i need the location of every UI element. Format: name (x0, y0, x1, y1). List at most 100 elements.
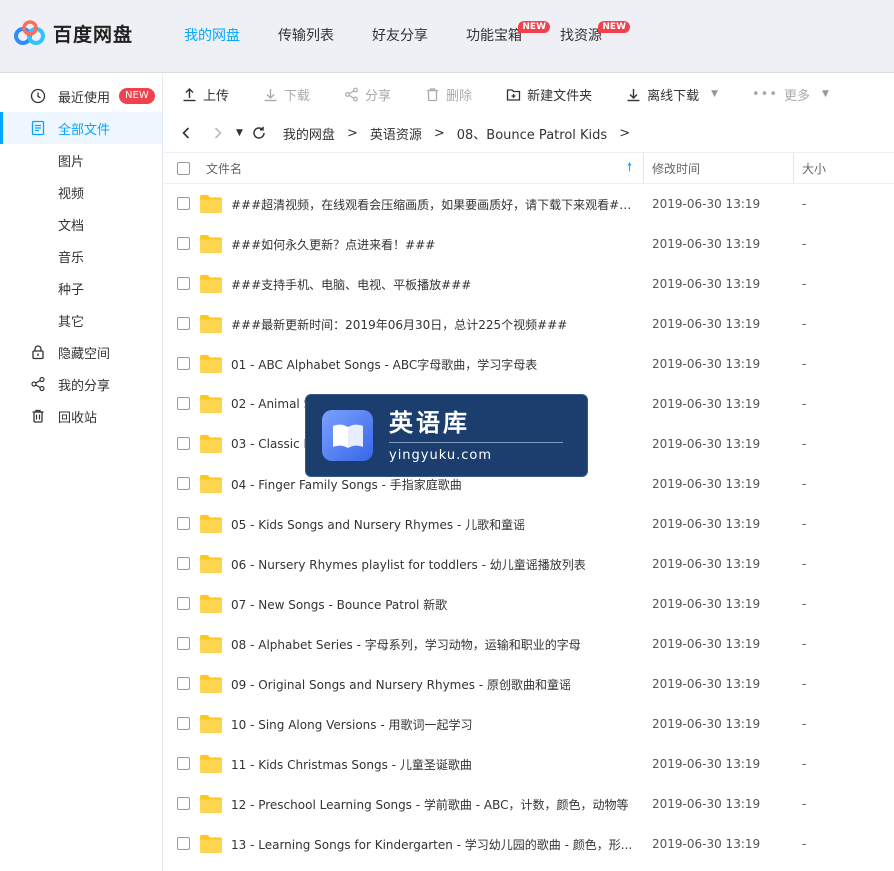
upload-button[interactable]: 上传 (182, 85, 229, 104)
table-row[interactable]: 12 - Preschool Learning Songs - 学前歌曲 - A… (164, 784, 894, 824)
offline-download-button[interactable]: 离线下载 ▼ (626, 85, 718, 104)
row-checkbox[interactable] (177, 437, 190, 450)
app-logo[interactable]: 百度网盘 (14, 19, 133, 47)
table-row[interactable]: 09 - Original Songs and Nursery Rhymes -… (164, 664, 894, 704)
history-dropdown-icon[interactable]: ▼ (236, 128, 243, 138)
sidebar-item-recycle-bin[interactable]: 回收站 (0, 400, 162, 432)
file-name[interactable]: ###支持手机、电脑、电视、平板播放### (231, 276, 635, 293)
more-button[interactable]: ••• 更多 ▼ (752, 85, 829, 104)
tab-toolbox[interactable]: 功能宝箱 NEW (466, 0, 550, 73)
sidebar-item-videos[interactable]: 视频 (0, 176, 162, 208)
toolbar: 上传 下载 分享 删除 新建文件夹 离线下载 ▼ ••• 更多 ▼ (164, 74, 894, 114)
delete-button[interactable]: 删除 (425, 85, 472, 104)
sidebar-item-hidden-space[interactable]: 隐藏空间 (0, 336, 162, 368)
sidebar-item-all-files[interactable]: 全部文件 (0, 112, 162, 144)
caret-down-icon: ▼ (822, 89, 829, 99)
lock-icon (30, 344, 46, 360)
tab-transfer-list[interactable]: 传输列表 (278, 0, 334, 73)
download-label: 下载 (284, 88, 311, 104)
tab-my-netdisk[interactable]: 我的网盘 (184, 0, 240, 73)
table-row[interactable]: ###支持手机、电脑、电视、平板播放### 2019-06-30 13:19 - (164, 264, 894, 304)
sidebar-item-music[interactable]: 音乐 (0, 240, 162, 272)
file-name[interactable]: 12 - Preschool Learning Songs - 学前歌曲 - A… (231, 796, 635, 813)
file-name[interactable]: 08 - Alphabet Series - 字母系列，学习动物，运输和职业的字… (231, 636, 635, 653)
sidebar-item-label: 其它 (58, 314, 85, 330)
folder-icon (200, 595, 222, 613)
row-checkbox[interactable] (177, 557, 190, 570)
row-checkbox[interactable] (177, 197, 190, 210)
file-name[interactable]: 06 - Nursery Rhymes playlist for toddler… (231, 556, 635, 573)
sidebar-item-recent[interactable]: 最近使用 NEW (0, 80, 162, 112)
table-row[interactable]: 13 - Learning Songs for Kindergarten - 学… (164, 824, 894, 864)
row-checkbox[interactable] (177, 317, 190, 330)
file-size: - (802, 757, 807, 771)
table-row[interactable]: 11 - Kids Christmas Songs - 儿童圣诞歌曲 2019-0… (164, 744, 894, 784)
file-name[interactable]: 10 - Sing Along Versions - 用歌词一起学习 (231, 716, 635, 733)
row-checkbox[interactable] (177, 357, 190, 370)
row-checkbox[interactable] (177, 677, 190, 690)
table-row[interactable]: ###超清视频，在线观看会压缩画质，如果要画质好，请下载下来观看### 2019-… (164, 184, 894, 224)
row-checkbox[interactable] (177, 477, 190, 490)
file-name[interactable]: 07 - New Songs - Bounce Patrol 新歌 (231, 596, 635, 613)
table-row[interactable]: 06 - Nursery Rhymes playlist for toddler… (164, 544, 894, 584)
breadcrumb-item[interactable]: 英语资源 (370, 124, 422, 143)
file-modified-time: 2019-06-30 13:19 (652, 237, 761, 251)
file-name[interactable]: 05 - Kids Songs and Nursery Rhymes - 儿歌和… (231, 516, 635, 533)
new-folder-button[interactable]: 新建文件夹 (506, 85, 592, 104)
more-dots-icon: ••• (752, 86, 779, 102)
folder-icon (200, 475, 222, 493)
row-checkbox[interactable] (177, 637, 190, 650)
download-button[interactable]: 下载 (263, 85, 310, 104)
row-checkbox[interactable] (177, 597, 190, 610)
more-label: 更多 (784, 88, 811, 104)
table-row[interactable]: 01 - ABC Alphabet Songs - ABC字母歌曲，学习字母表 2… (164, 344, 894, 384)
row-checkbox[interactable] (177, 757, 190, 770)
table-row[interactable]: ###最新更新时间：2019年06月30日，总计225个视频### 2019-06… (164, 304, 894, 344)
table-row[interactable]: 07 - New Songs - Bounce Patrol 新歌 2019-06… (164, 584, 894, 624)
file-name[interactable]: 04 - Finger Family Songs - 手指家庭歌曲 (231, 476, 635, 493)
tab-friend-share[interactable]: 好友分享 (372, 0, 428, 73)
forward-arrow-icon[interactable] (210, 125, 226, 141)
row-checkbox[interactable] (177, 797, 190, 810)
column-header-size[interactable]: 大小 (802, 160, 826, 177)
file-name[interactable]: ###最新更新时间：2019年06月30日，总计225个视频### (231, 316, 635, 333)
file-name[interactable]: 13 - Learning Songs for Kindergarten - 学… (231, 836, 635, 853)
table-row[interactable]: 10 - Sing Along Versions - 用歌词一起学习 2019-0… (164, 704, 894, 744)
select-all-checkbox[interactable] (177, 162, 190, 175)
breadcrumb-separator: > (619, 125, 631, 141)
table-row[interactable]: 05 - Kids Songs and Nursery Rhymes - 儿歌和… (164, 504, 894, 544)
file-name[interactable]: ###如何永久更新？点进来看！### (231, 236, 635, 253)
sidebar-item-documents[interactable]: 文档 (0, 208, 162, 240)
trash-icon (427, 87, 439, 101)
sidebar-item-torrents[interactable]: 种子 (0, 272, 162, 304)
folder-icon (200, 515, 222, 533)
sidebar-item-other[interactable]: 其它 (0, 304, 162, 336)
breadcrumb-item[interactable]: 我的网盘 (283, 124, 335, 143)
file-name[interactable]: 01 - ABC Alphabet Songs - ABC字母歌曲，学习字母表 (231, 356, 635, 373)
back-arrow-icon[interactable] (178, 125, 194, 141)
table-row[interactable]: 08 - Alphabet Series - 字母系列，学习动物，运输和职业的字… (164, 624, 894, 664)
table-row[interactable]: ###如何永久更新？点进来看！### 2019-06-30 13:19 - (164, 224, 894, 264)
refresh-icon[interactable] (251, 125, 267, 141)
row-checkbox[interactable] (177, 237, 190, 250)
file-modified-time: 2019-06-30 13:19 (652, 397, 761, 411)
row-checkbox[interactable] (177, 397, 190, 410)
column-header-modified[interactable]: 修改时间 (652, 160, 700, 177)
file-name[interactable]: ###超清视频，在线观看会压缩画质，如果要画质好，请下载下来观看### (231, 196, 635, 213)
row-checkbox[interactable] (177, 717, 190, 730)
row-checkbox[interactable] (177, 277, 190, 290)
sidebar-item-my-shares[interactable]: 我的分享 (0, 368, 162, 400)
new-badge: NEW (119, 88, 155, 104)
file-name[interactable]: 09 - Original Songs and Nursery Rhymes -… (231, 676, 635, 693)
file-modified-time: 2019-06-30 13:19 (652, 837, 761, 851)
sidebar-item-images[interactable]: 图片 (0, 144, 162, 176)
column-header-name[interactable]: 文件名 (206, 160, 242, 177)
share-button[interactable]: 分享 (344, 85, 391, 104)
row-checkbox[interactable] (177, 517, 190, 530)
sidebar-item-label: 我的分享 (58, 378, 111, 394)
row-checkbox[interactable] (177, 837, 190, 850)
file-name[interactable]: 11 - Kids Christmas Songs - 儿童圣诞歌曲 (231, 756, 635, 773)
sort-ascending-icon[interactable]: 🠕 (627, 158, 632, 179)
breadcrumb-item[interactable]: 08、Bounce Patrol Kids (457, 124, 607, 143)
tab-find-resources[interactable]: 找资源 NEW (560, 0, 630, 73)
